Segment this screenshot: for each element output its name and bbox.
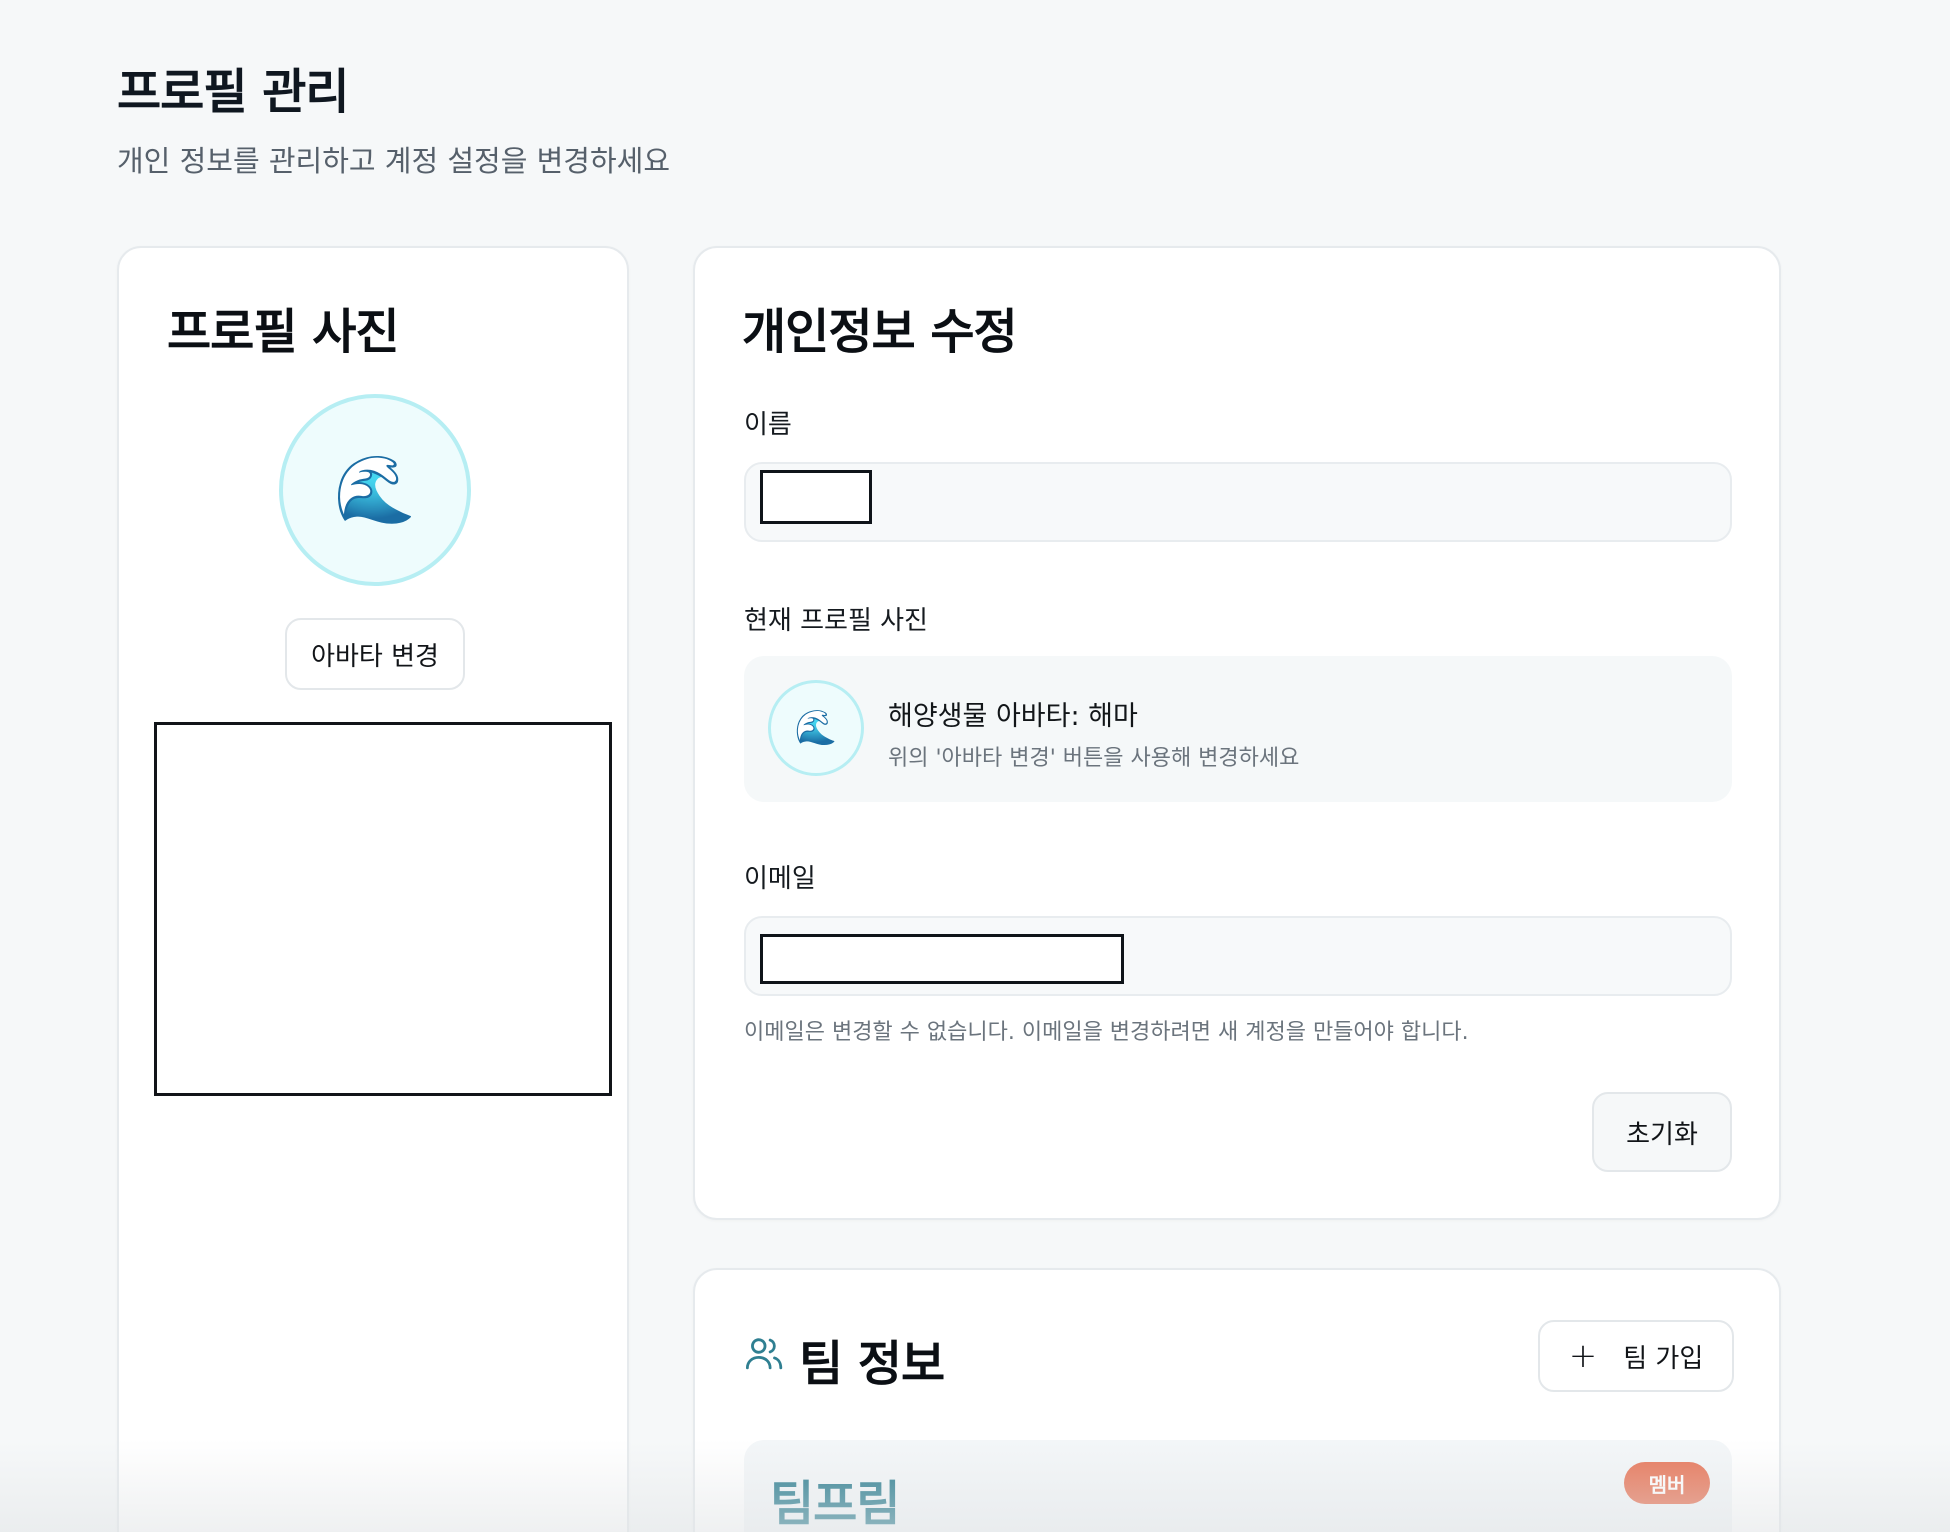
plus-icon: +	[1568, 1336, 1598, 1376]
profile-photo-card: 프로필 사진 🌊 아바타 변경	[117, 246, 629, 1532]
name-label: 이름	[744, 410, 792, 440]
current-photo-hint: 위의 '아바타 변경' 버튼을 사용해 변경하세요	[888, 746, 1300, 771]
redacted-email	[760, 934, 1124, 984]
users-icon	[745, 1338, 783, 1370]
join-team-button[interactable]: + 팀 가입	[1538, 1320, 1734, 1392]
wave-icon: 🌊	[333, 451, 417, 528]
profile-management-page: 프로필 관리 개인 정보를 관리하고 계정 설정을 변경하세요 프로필 사진 🌊…	[0, 0, 1950, 1532]
team-name: 팀프림	[770, 1476, 900, 1532]
current-photo-label: 현재 프로필 사진	[744, 606, 928, 636]
page-title: 프로필 관리	[117, 64, 350, 120]
team-info-card: 팀 정보 + 팀 가입 팀프림 멤버	[693, 1268, 1781, 1532]
redacted-image	[154, 722, 612, 1096]
current-photo-panel: 🌊 해양생물 아바타: 해마 위의 '아바타 변경' 버튼을 사용해 변경하세요	[744, 656, 1732, 802]
avatar-small: 🌊	[768, 680, 864, 776]
email-label: 이메일	[744, 864, 816, 894]
team-list-item[interactable]: 팀프림 멤버	[744, 1440, 1732, 1532]
role-badge: 멤버	[1624, 1462, 1710, 1504]
redacted-name	[760, 470, 872, 524]
personal-info-title: 개인정보 수정	[742, 304, 1018, 360]
avatar: 🌊	[279, 394, 471, 586]
current-photo-title: 해양생물 아바타: 해마	[888, 701, 1138, 732]
profile-photo-title: 프로필 사진	[167, 304, 400, 360]
join-team-label: 팀 가입	[1623, 1343, 1704, 1374]
change-avatar-button[interactable]: 아바타 변경	[285, 618, 465, 690]
email-field	[744, 916, 1732, 996]
reset-button[interactable]: 초기화	[1592, 1092, 1732, 1172]
personal-info-card: 개인정보 수정 이름 현재 프로필 사진 🌊 해양생물 아바타: 해마 위의 '…	[693, 246, 1781, 1220]
team-info-title: 팀 정보	[799, 1336, 945, 1392]
email-help-text: 이메일은 변경할 수 없습니다. 이메일을 변경하려면 새 계정을 만들어야 합…	[744, 1020, 1469, 1045]
page-subtitle: 개인 정보를 관리하고 계정 설정을 변경하세요	[117, 144, 671, 178]
wave-icon: 🌊	[794, 708, 838, 748]
name-field[interactable]	[744, 462, 1732, 542]
